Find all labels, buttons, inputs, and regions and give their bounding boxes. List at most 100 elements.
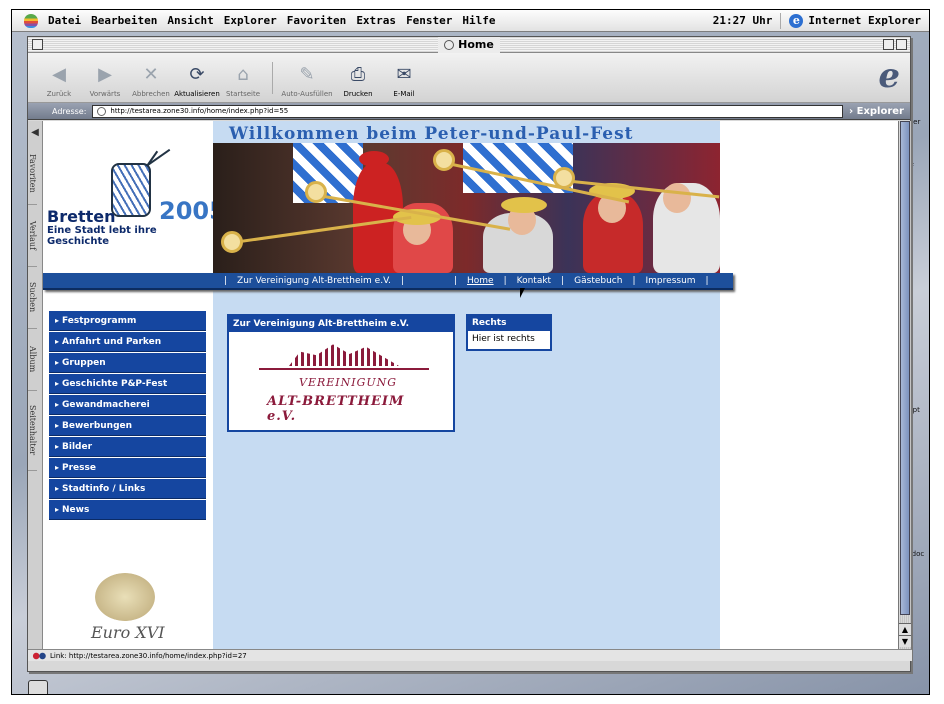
menu-favoriten[interactable]: Favoriten bbox=[287, 14, 347, 27]
explorer-bar-tabs: ◀ Favoriten Verlauf Suchen Album Seitenh… bbox=[28, 121, 43, 649]
network-status-icon bbox=[32, 652, 46, 660]
herald-face bbox=[663, 183, 691, 213]
top-navigation: | Zur Vereinigung Alt-Brettheim e.V. | |… bbox=[43, 273, 733, 290]
status-bar: Link: http://testarea.zone30.info/home/i… bbox=[28, 649, 912, 661]
vereinigung-box-title: Zur Vereinigung Alt-Brettheim e.V. bbox=[229, 316, 453, 332]
mac-menubar: Datei Bearbeiten Ansicht Explorer Favori… bbox=[12, 10, 929, 32]
town-skyline bbox=[289, 344, 399, 366]
home-icon: ⌂ bbox=[237, 63, 249, 85]
vertical-scrollbar[interactable]: ▲ ▼ bbox=[898, 121, 911, 649]
toolbar-divider bbox=[272, 62, 273, 94]
window-titlebar[interactable]: Home bbox=[28, 37, 910, 53]
euro-xvi-logo[interactable]: Euro XVI bbox=[87, 573, 167, 643]
menu-stadtinfo[interactable]: Stadtinfo / Links bbox=[49, 479, 206, 499]
tab-suchen[interactable]: Suchen bbox=[28, 267, 37, 329]
explorer-bar-toggle-icon[interactable]: ◀ bbox=[28, 121, 42, 143]
internet-explorer-icon: e bbox=[789, 13, 804, 28]
nav-link-impressum[interactable]: Impressum bbox=[641, 276, 701, 286]
tab-album[interactable]: Album bbox=[28, 329, 37, 391]
scroll-down-icon[interactable]: ▼ bbox=[899, 635, 911, 647]
nav-separator: | bbox=[400, 275, 404, 286]
page-title: Willkommen beim Peter-und-Paul-Fest bbox=[229, 124, 634, 144]
nav-link-gaestebuch[interactable]: Gästebuch bbox=[569, 276, 627, 286]
ie-logo-icon: e bbox=[878, 56, 900, 96]
menubar-divider bbox=[780, 12, 782, 29]
refresh-button[interactable]: ⟳ Aktualisieren bbox=[174, 63, 220, 99]
page-favicon-icon bbox=[97, 106, 107, 116]
explorer-go-button[interactable]: › Explorer bbox=[843, 106, 910, 117]
mail-button[interactable]: ✉ E-Mail bbox=[381, 63, 427, 99]
zoom-box-icon[interactable] bbox=[883, 39, 894, 50]
side-menu: Festprogramm Anfahrt und Parken Gruppen … bbox=[49, 311, 206, 521]
forward-button[interactable]: ▶ Vorwärts bbox=[82, 63, 128, 99]
drum-icon bbox=[111, 163, 151, 217]
back-button[interactable]: ◀ Zurück bbox=[36, 63, 82, 99]
web-page: Bretten 2005 Eine Stadt lebt ihre Geschi… bbox=[43, 121, 898, 649]
menu-anfahrt[interactable]: Anfahrt und Parken bbox=[49, 332, 206, 352]
trumpet-bell bbox=[221, 231, 243, 253]
application-menu[interactable]: e Internet Explorer bbox=[789, 13, 929, 28]
envelope-icon: ✉ bbox=[396, 63, 412, 85]
tab-verlauf[interactable]: Verlauf bbox=[28, 205, 37, 267]
nav-separator: | bbox=[705, 275, 709, 286]
print-label: Drucken bbox=[343, 90, 373, 98]
nav-link-vereinigung[interactable]: Zur Vereinigung Alt-Brettheim e.V. bbox=[232, 276, 396, 286]
scrollbar-thumb[interactable] bbox=[900, 121, 910, 615]
refresh-icon: ⟳ bbox=[189, 63, 205, 85]
tab-favoriten[interactable]: Favoriten bbox=[28, 143, 37, 205]
menu-gewandmacherei[interactable]: Gewandmacherei bbox=[49, 395, 206, 415]
logo-rule bbox=[259, 368, 429, 370]
address-input[interactable]: http://testarea.zone30.info/home/index.p… bbox=[92, 104, 843, 118]
bavarian-flag bbox=[293, 143, 363, 203]
menu-extras[interactable]: Extras bbox=[356, 14, 396, 27]
mail-label: E-Mail bbox=[393, 90, 415, 98]
euro-logo-text: Euro XVI bbox=[91, 623, 165, 642]
address-label: Adresse: bbox=[52, 106, 87, 116]
menu-news[interactable]: News bbox=[49, 500, 206, 520]
autofill-button[interactable]: ✎ Auto-Ausfüllen bbox=[279, 63, 335, 99]
nav-link-kontakt[interactable]: Kontakt bbox=[512, 276, 556, 286]
nav-link-home[interactable]: Home bbox=[462, 276, 499, 286]
trumpet-bell bbox=[305, 181, 327, 203]
collapse-box-icon[interactable] bbox=[896, 39, 907, 50]
scroll-up-icon[interactable]: ▲ bbox=[899, 623, 911, 635]
close-box-icon[interactable] bbox=[32, 39, 43, 50]
menu-hilfe[interactable]: Hilfe bbox=[462, 14, 495, 27]
window-title: Home bbox=[438, 37, 500, 53]
menu-bewerbungen[interactable]: Bewerbungen bbox=[49, 416, 206, 436]
refresh-label: Aktualisieren bbox=[174, 90, 220, 98]
menu-gruppen[interactable]: Gruppen bbox=[49, 353, 206, 373]
apple-menu-icon[interactable] bbox=[24, 13, 38, 28]
menubar-clock[interactable]: 21:27 Uhr bbox=[713, 14, 781, 27]
browser-toolbar: ◀ Zurück ▶ Vorwärts ✕ Abbrechen ⟳ Aktualisie… bbox=[28, 53, 910, 103]
autofill-label: Auto-Ausfüllen bbox=[281, 90, 333, 98]
alt-brettheim-logo[interactable]: VEREINIGUNG ALT-BRETTHEIM e.V. bbox=[259, 342, 429, 426]
herald-hat bbox=[501, 197, 547, 213]
home-button[interactable]: ⌂ Startseite bbox=[220, 63, 266, 99]
menu-bearbeiten[interactable]: Bearbeiten bbox=[91, 14, 157, 27]
menu-datei[interactable]: Datei bbox=[48, 14, 81, 27]
application-name: Internet Explorer bbox=[808, 14, 921, 27]
logo-city: Bretten bbox=[47, 207, 116, 226]
rechts-box-body: Hier ist rechts bbox=[472, 334, 535, 344]
menu-bilder[interactable]: Bilder bbox=[49, 437, 206, 457]
bretten-2005-logo[interactable]: Bretten 2005 Eine Stadt lebt ihre Geschi… bbox=[45, 148, 226, 253]
menu-explorer[interactable]: Explorer bbox=[224, 14, 277, 27]
forward-label: Vorwärts bbox=[89, 90, 121, 98]
status-text: Link: http://testarea.zone30.info/home/i… bbox=[50, 651, 247, 660]
tab-seitenhalter[interactable]: Seitenhalter bbox=[28, 391, 37, 471]
menu-geschichte[interactable]: Geschichte P&P-Fest bbox=[49, 374, 206, 394]
menu-ansicht[interactable]: Ansicht bbox=[167, 14, 213, 27]
finder-icon[interactable] bbox=[28, 680, 48, 694]
print-button[interactable]: ⎙ Drucken bbox=[335, 63, 381, 99]
menu-presse[interactable]: Presse bbox=[49, 458, 206, 478]
logo-line-1: VEREINIGUNG bbox=[299, 376, 398, 389]
menu-fenster[interactable]: Fenster bbox=[406, 14, 452, 27]
nav-separator: | bbox=[503, 275, 507, 286]
address-url: http://testarea.zone30.info/home/index.p… bbox=[110, 107, 289, 115]
address-bar: Adresse: http://testarea.zone30.info/hom… bbox=[28, 103, 910, 120]
menu-festprogramm[interactable]: Festprogramm bbox=[49, 311, 206, 331]
logo-line-2: ALT-BRETTHEIM e.V. bbox=[267, 394, 405, 424]
page-icon bbox=[444, 40, 455, 50]
stop-button[interactable]: ✕ Abbrechen bbox=[128, 63, 174, 99]
